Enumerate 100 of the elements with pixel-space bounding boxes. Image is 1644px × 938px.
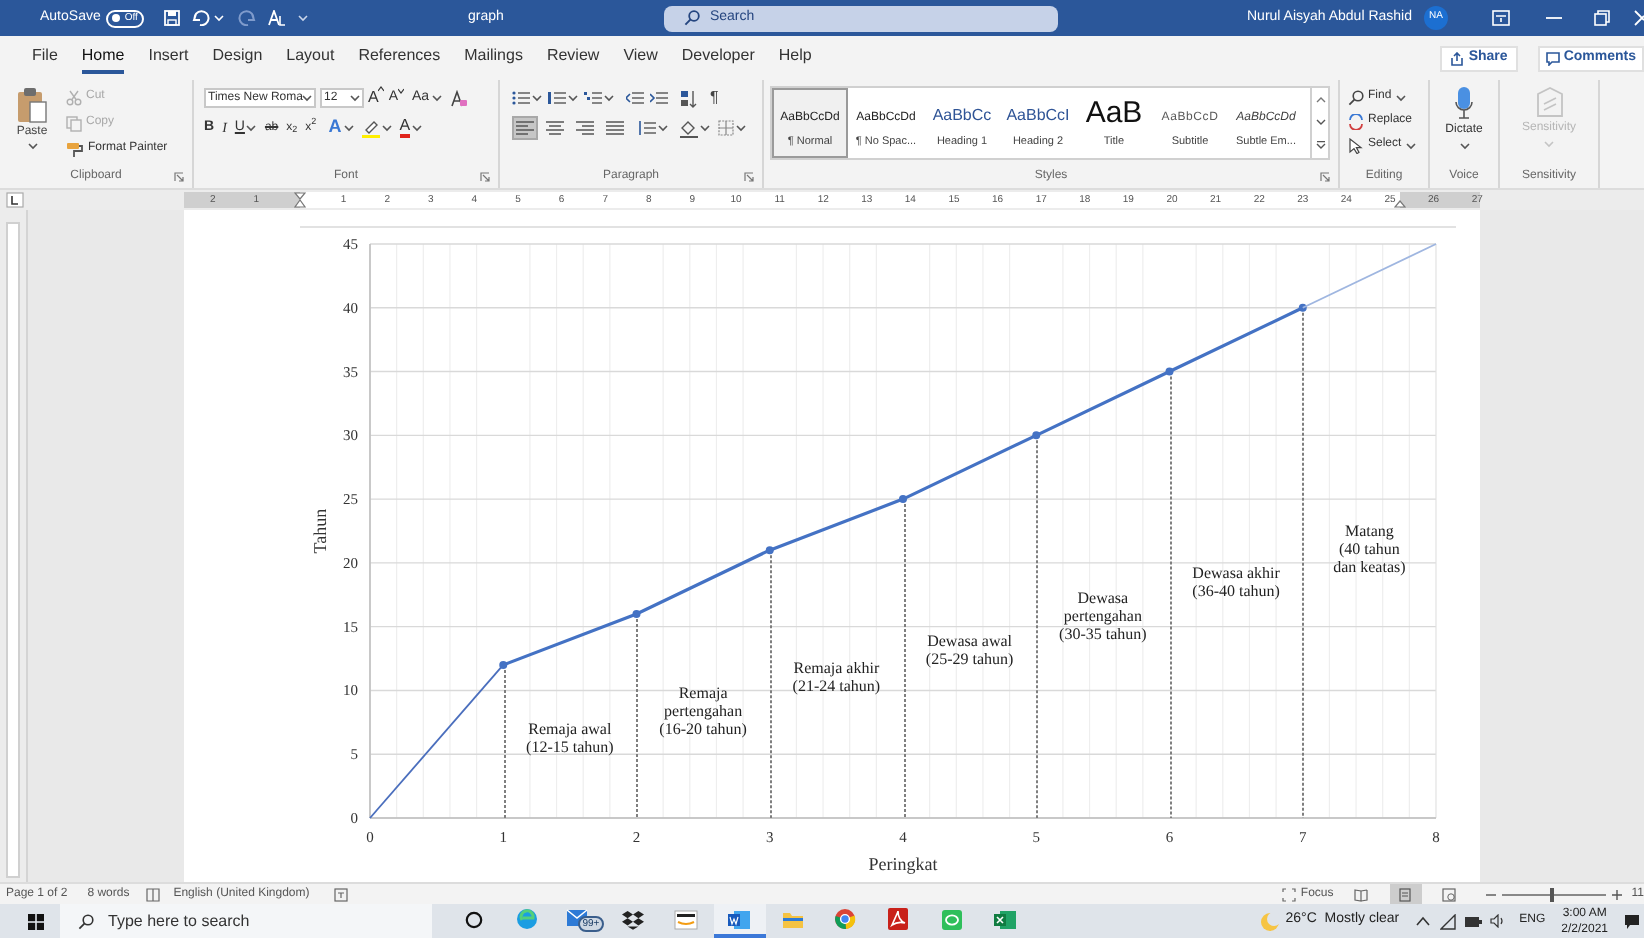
proofing-icon[interactable] — [145, 887, 160, 901]
dialog-launcher-icon[interactable] — [1320, 172, 1330, 183]
dialog-launcher-icon[interactable] — [174, 172, 184, 183]
numbering-button[interactable] — [548, 90, 578, 106]
text-effects-button[interactable]: A — [328, 114, 354, 142]
show-marks-button[interactable]: ¶ — [710, 86, 719, 110]
caret-icon[interactable] — [246, 124, 257, 132]
start-icon[interactable] — [28, 913, 44, 929]
replace-icon — [1348, 113, 1364, 129]
caret-icon[interactable] — [658, 124, 668, 132]
paintbrush-icon — [66, 141, 84, 157]
caret-icon[interactable] — [1459, 142, 1469, 150]
menu-tab[interactable]: References — [358, 43, 441, 73]
zoom-slider[interactable] — [1501, 887, 1606, 901]
caret-icon[interactable] — [381, 124, 392, 132]
highlight-button[interactable] — [361, 119, 392, 137]
menu-tab[interactable]: File — [32, 43, 58, 73]
accessibility-icon[interactable] — [333, 887, 348, 901]
caret-icon[interactable] — [350, 94, 360, 102]
redo-icon[interactable] — [237, 10, 256, 26]
caret-icon[interactable] — [532, 94, 542, 102]
caret-icon[interactable] — [568, 94, 578, 102]
zoom-in-icon[interactable] — [1611, 889, 1622, 899]
caret-icon[interactable] — [412, 124, 423, 132]
speaker-icon[interactable] — [1489, 914, 1506, 928]
chat-icon — [941, 909, 962, 929]
line-spacing-button[interactable] — [638, 120, 668, 136]
shading-button[interactable] — [680, 119, 710, 137]
caret-icon[interactable] — [343, 124, 354, 132]
menu-tab[interactable]: Developer — [681, 43, 755, 73]
multilevel-list-icon — [584, 90, 602, 106]
font-color-button[interactable]: A — [399, 118, 423, 138]
menu-tab[interactable]: Design — [212, 43, 263, 73]
document-app-icon — [728, 909, 751, 929]
battery-icon[interactable] — [1463, 915, 1482, 927]
annotation-label: Dewasa akhir (36-40 tahun) — [1192, 564, 1280, 601]
slider-thumb[interactable] — [1550, 887, 1555, 901]
caret-icon[interactable] — [27, 142, 37, 150]
alignment-icon — [546, 120, 564, 136]
dialog-launcher-icon[interactable] — [480, 172, 490, 183]
caret-icon[interactable] — [1405, 141, 1416, 149]
dialog-launcher-icon[interactable] — [744, 172, 754, 183]
menu-tab[interactable]: Layout — [286, 43, 335, 73]
caret-icon[interactable] — [302, 94, 313, 102]
increase-indent-icon[interactable] — [650, 90, 668, 106]
indent-marker-icon[interactable] — [294, 192, 306, 208]
alignment-icon — [516, 120, 534, 136]
bullets-button[interactable] — [512, 90, 542, 106]
align-right-button[interactable] — [572, 116, 598, 140]
caret-icon[interactable] — [736, 124, 746, 132]
data-point — [1032, 431, 1041, 440]
view-icon — [1354, 887, 1369, 901]
grow-font-button[interactable]: A — [368, 86, 385, 110]
search-icon — [1348, 89, 1364, 105]
save-icon[interactable] — [163, 10, 180, 26]
caret-icon[interactable] — [431, 94, 442, 102]
caret-icon[interactable] — [1395, 93, 1406, 101]
shopping-icon — [674, 909, 699, 929]
align-center-button[interactable] — [542, 116, 568, 140]
restore-icon[interactable] — [1594, 10, 1610, 26]
close-icon[interactable] — [1634, 10, 1644, 26]
chevron-up-icon[interactable] — [1415, 916, 1430, 926]
menu-tab[interactable]: View — [623, 43, 658, 73]
menu-tab[interactable]: Review — [546, 43, 600, 73]
print-layout-button[interactable] — [1389, 884, 1422, 904]
borders-button[interactable] — [718, 120, 746, 136]
comment-icon — [1545, 51, 1560, 65]
multilevel-list-button[interactable] — [584, 90, 614, 106]
justify-button[interactable] — [602, 116, 628, 140]
alignment-icon — [606, 120, 624, 136]
scroll-down-icon[interactable] — [1315, 117, 1325, 126]
touch-mode-icon[interactable] — [267, 10, 286, 26]
sort-icon[interactable] — [680, 89, 698, 107]
borders-grid-icon — [718, 120, 734, 136]
clear-formatting-icon[interactable] — [449, 89, 468, 107]
tab-selector-icon[interactable] — [6, 192, 24, 208]
menu-tab[interactable]: Help — [778, 43, 812, 73]
decrease-indent-icon[interactable] — [626, 90, 644, 106]
data-point — [1165, 367, 1174, 376]
scroll-up-icon[interactable] — [1315, 95, 1325, 104]
focus-icon — [1282, 887, 1297, 901]
align-left-button[interactable] — [512, 116, 538, 140]
menu-tab[interactable]: Mailings — [464, 43, 523, 73]
zoom-out-icon[interactable] — [1485, 889, 1496, 899]
tag-icon — [1535, 86, 1563, 118]
annotation-label: Remaja akhir (21-24 tahun) — [792, 659, 881, 696]
annotation-label: Remaja awal (12-15 tahun) — [526, 719, 614, 756]
notifications-icon[interactable] — [1624, 913, 1640, 929]
taskbar-search-field[interactable]: Type here to search — [60, 904, 432, 938]
undo-icon[interactable] — [191, 10, 210, 26]
paint-bucket-icon — [680, 119, 698, 137]
share-icon — [1450, 51, 1465, 65]
annotation-label: Dewasa awal (25-29 tahun) — [925, 632, 1014, 668]
more-styles-icon[interactable] — [1315, 140, 1325, 151]
menu-tab[interactable]: Home — [81, 43, 125, 73]
caret-icon[interactable] — [700, 124, 710, 132]
ribbon-display-icon[interactable] — [1492, 10, 1510, 26]
caret-icon[interactable] — [604, 94, 614, 102]
menu-tab[interactable]: Insert — [148, 43, 189, 73]
network-icon[interactable] — [1439, 913, 1456, 929]
